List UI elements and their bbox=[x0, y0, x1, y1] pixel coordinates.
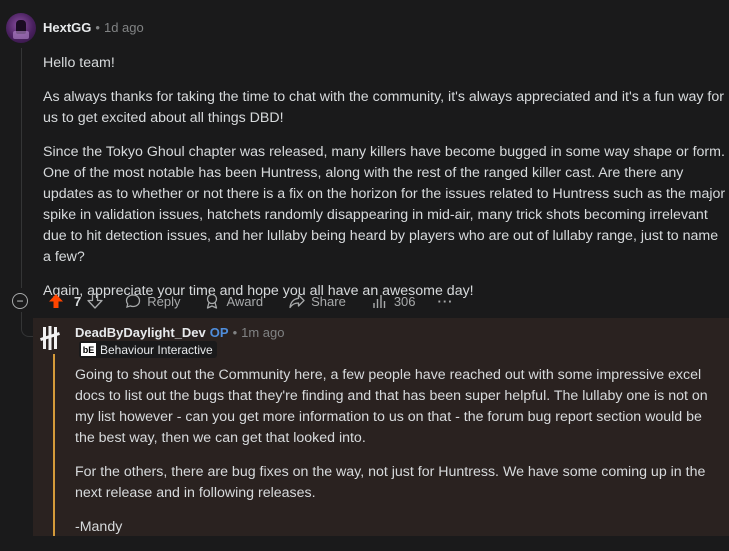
behaviour-logo-icon: bE bbox=[81, 343, 96, 356]
op-badge: OP bbox=[209, 325, 229, 340]
ellipsis-icon: ··· bbox=[437, 293, 454, 309]
comment-body: Hello team! As always thanks for taking … bbox=[43, 53, 728, 315]
dbd-logo-avatar[interactable] bbox=[34, 322, 66, 354]
award-label: Award bbox=[226, 293, 264, 309]
share-icon bbox=[289, 294, 305, 309]
reply-highlight-bar bbox=[53, 350, 55, 536]
downvote-icon[interactable] bbox=[87, 293, 103, 309]
comment-action-bar: − 7 Reply Award Share 306 ··· bbox=[12, 290, 454, 312]
share-label: Share bbox=[311, 293, 346, 309]
user-avatar[interactable] bbox=[6, 13, 36, 43]
reply-timestamp[interactable]: 1m ago bbox=[241, 325, 284, 340]
award-icon bbox=[207, 293, 218, 309]
comment-author[interactable]: HextGG bbox=[43, 20, 91, 35]
collapse-thread-button[interactable]: − bbox=[12, 293, 28, 309]
chat-bubble-icon bbox=[126, 294, 141, 308]
user-flair: bE Behaviour Interactive bbox=[79, 341, 217, 358]
reply-header: DeadByDaylight_Dev OP • 1m ago bbox=[75, 325, 285, 340]
reply-label: Reply bbox=[147, 293, 181, 309]
reply-button[interactable]: Reply bbox=[125, 293, 180, 309]
bar-chart-icon bbox=[373, 295, 386, 308]
award-button[interactable]: Award bbox=[204, 293, 263, 309]
insights-button[interactable]: 306 bbox=[372, 293, 416, 309]
avatar-figure-shadow bbox=[13, 31, 29, 39]
reply-paragraph: -Mandy bbox=[75, 519, 123, 535]
comment-timestamp[interactable]: 1d ago bbox=[104, 20, 144, 35]
flair-text: Behaviour Interactive bbox=[100, 342, 213, 357]
more-options-button[interactable]: ··· bbox=[438, 294, 454, 309]
comment-thread-line[interactable] bbox=[21, 48, 22, 288]
comment-header: HextGG • 1d ago bbox=[43, 20, 144, 35]
reply-paragraph: For the others, there are bug fixes on t… bbox=[75, 464, 706, 501]
reply-paragraph: Going to shout out the Community here, a… bbox=[75, 367, 708, 446]
upvote-icon[interactable] bbox=[48, 293, 64, 309]
comment-paragraph: Hello team! bbox=[43, 55, 115, 71]
separator-dot: • bbox=[95, 20, 100, 35]
reply-body: Going to shout out the Community here, a… bbox=[75, 365, 725, 551]
vote-group: 7 bbox=[48, 293, 103, 309]
share-button[interactable]: Share bbox=[289, 293, 346, 309]
reply-author[interactable]: DeadByDaylight_Dev bbox=[75, 325, 206, 340]
vote-count: 7 bbox=[74, 293, 82, 309]
separator-dot: • bbox=[232, 325, 238, 340]
comment-paragraph: As always thanks for taking the time to … bbox=[43, 89, 724, 126]
view-count: 306 bbox=[393, 293, 416, 309]
collapse-icon: − bbox=[16, 294, 24, 308]
comment-paragraph: Since the Tokyo Ghoul chapter was releas… bbox=[43, 144, 726, 265]
